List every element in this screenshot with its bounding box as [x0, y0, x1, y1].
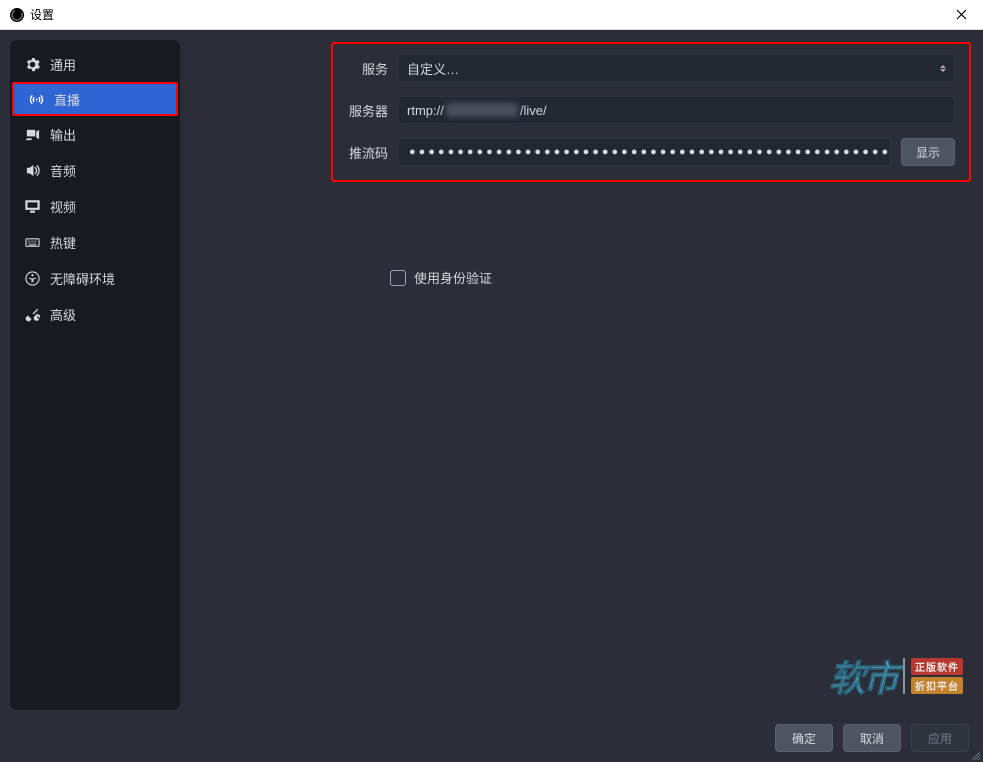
sidebar-item-video[interactable]: 视频: [10, 188, 180, 224]
service-select[interactable]: 自定义…: [398, 54, 955, 82]
server-redacted: [446, 103, 518, 117]
watermark-tags: 正版软件 折扣平台: [911, 658, 963, 694]
sidebar-item-hotkeys[interactable]: 热键: [10, 224, 180, 260]
monitor-icon: [24, 198, 40, 214]
resize-grip[interactable]: [969, 748, 981, 760]
resize-grip-icon: [969, 749, 981, 761]
sidebar-item-audio[interactable]: 音频: [10, 152, 180, 188]
auth-row: 使用身份验证: [390, 268, 973, 287]
watermark-tag-1: 正版软件: [911, 658, 963, 675]
sidebar-item-label: 无障碍环境: [50, 269, 115, 288]
titlebar-left: 设置: [10, 6, 54, 23]
footer-buttons: 确定 取消 应用: [775, 724, 969, 752]
server-row: 服务器 rtmp:// /live/: [343, 96, 955, 124]
server-suffix: /live/: [520, 103, 547, 118]
sidebar: 通用 直播 输出 音频: [10, 40, 180, 710]
accessibility-icon: [24, 270, 40, 286]
sidebar-item-output[interactable]: 输出: [10, 116, 180, 152]
sidebar-item-accessibility[interactable]: 无障碍环境: [10, 260, 180, 296]
close-icon: [956, 9, 967, 20]
window-title: 设置: [30, 6, 54, 23]
ok-button[interactable]: 确定: [775, 724, 833, 752]
close-button[interactable]: [950, 5, 973, 25]
settings-window: 设置 通用 直播 输出: [0, 0, 983, 762]
sidebar-item-label: 视频: [50, 197, 76, 216]
chevron-updown-icon: [940, 65, 946, 72]
show-streamkey-button[interactable]: 显示: [901, 138, 955, 166]
sidebar-item-general[interactable]: 通用: [10, 46, 180, 82]
service-row: 服务 自定义…: [343, 54, 955, 82]
speaker-icon: [24, 162, 40, 178]
service-value: 自定义…: [407, 59, 459, 78]
server-input[interactable]: rtmp:// /live/: [398, 96, 955, 124]
sidebar-item-advanced[interactable]: 高级: [10, 296, 180, 332]
server-prefix: rtmp://: [407, 103, 444, 118]
titlebar: 设置: [0, 0, 983, 30]
cancel-button[interactable]: 取消: [843, 724, 901, 752]
sidebar-item-stream[interactable]: 直播: [12, 82, 178, 116]
streamkey-row: 推流码 ●●●●●●●●●●●●●●●●●●●●●●●●●●●●●●●●●●●●…: [343, 138, 955, 166]
sidebar-item-label: 直播: [54, 90, 80, 109]
output-icon: [24, 126, 40, 142]
antenna-icon: [28, 91, 44, 107]
service-label: 服务: [343, 59, 388, 78]
tools-icon: [24, 306, 40, 322]
server-label: 服务器: [343, 101, 388, 120]
streamkey-input[interactable]: ●●●●●●●●●●●●●●●●●●●●●●●●●●●●●●●●●●●●●●●●…: [398, 138, 891, 166]
auth-checkbox[interactable]: [390, 270, 406, 286]
keyboard-icon: [24, 234, 40, 250]
sidebar-item-label: 输出: [50, 125, 76, 144]
sidebar-item-label: 通用: [50, 55, 76, 74]
sidebar-item-label: 音频: [50, 161, 76, 180]
sidebar-item-label: 热键: [50, 233, 76, 252]
highlighted-stream-settings: 服务 自定义… 服务器 rtmp:// /live/ 推流码: [331, 42, 971, 182]
obs-app-icon: [10, 8, 24, 22]
streamkey-label: 推流码: [343, 143, 388, 162]
watermark: 软市 正版软件 折扣平台: [829, 650, 963, 702]
watermark-divider: [903, 658, 905, 694]
gear-icon: [24, 56, 40, 72]
apply-button[interactable]: 应用: [911, 724, 969, 752]
body-area: 通用 直播 输出 音频: [0, 30, 983, 762]
sidebar-item-label: 高级: [50, 305, 76, 324]
watermark-logo: 软市: [829, 650, 897, 702]
watermark-tag-2: 折扣平台: [911, 677, 963, 694]
auth-label: 使用身份验证: [414, 268, 492, 287]
